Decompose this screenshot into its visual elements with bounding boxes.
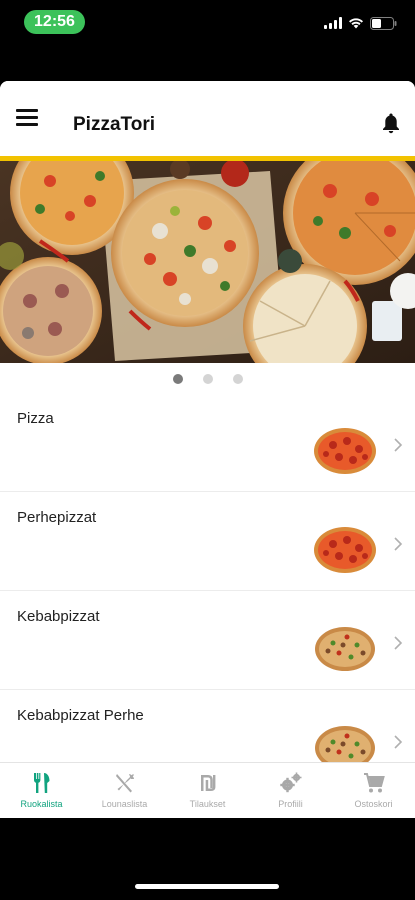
app-container: PizzaTori Pizza Perhepizzat Kebabpizzat …	[0, 81, 415, 818]
category-name: Perhepizzat	[17, 509, 97, 526]
bell-icon[interactable]	[379, 111, 403, 135]
banner-carousel[interactable]	[0, 161, 415, 363]
carousel-dots	[0, 369, 415, 389]
bottom-navigation: Ruokalista Lounaslista Tilaukset Profiil…	[0, 762, 415, 818]
nav-label: Ostoskori	[354, 799, 393, 809]
home-indicator[interactable]	[135, 884, 279, 889]
gears-icon	[279, 772, 301, 793]
category-item-pizza[interactable]: Pizza	[0, 393, 415, 492]
status-time: 12:56	[24, 10, 85, 34]
nav-label: Ruokalista	[20, 799, 63, 809]
carousel-dot-3[interactable]	[232, 374, 243, 384]
category-list: Pizza Perhepizzat Kebabpizzat Kebabpizza…	[0, 393, 415, 789]
nav-label: Profiili	[278, 799, 303, 809]
nav-item-lounaslista[interactable]: Lounaslista	[83, 763, 166, 818]
chevron-right-icon	[394, 735, 403, 749]
app-title: PizzaTori	[73, 114, 155, 135]
carousel-dot-1[interactable]	[172, 374, 183, 384]
status-icons	[324, 14, 397, 32]
nav-item-profiili[interactable]: Profiili	[249, 763, 332, 818]
signal-icon	[324, 17, 342, 29]
nav-item-tilaukset[interactable]: Tilaukset	[166, 763, 249, 818]
category-name: Kebabpizzat	[17, 608, 100, 625]
banner-image	[0, 161, 415, 363]
status-bar: 12:56	[0, 0, 415, 44]
fork-knife-icon	[33, 773, 49, 793]
nav-item-ruokalista[interactable]: Ruokalista	[0, 763, 83, 818]
category-name: Kebabpizzat Perhe	[17, 707, 144, 724]
cart-icon	[363, 773, 385, 793]
battery-icon	[370, 16, 397, 30]
category-item-perhepizzat[interactable]: Perhepizzat	[0, 492, 415, 591]
pepperoni-pizza-thumbnail	[314, 428, 376, 474]
carousel-dot-2[interactable]	[202, 374, 213, 384]
orders-icon	[200, 775, 215, 791]
nav-label: Tilaukset	[189, 799, 226, 809]
chevron-right-icon	[394, 438, 403, 452]
nav-label: Lounaslista	[101, 799, 148, 809]
nav-item-ostoskori[interactable]: Ostoskori	[332, 763, 415, 818]
app-header: PizzaTori	[0, 81, 415, 161]
category-name: Pizza	[17, 410, 54, 427]
pepperoni-pizza-thumbnail	[314, 527, 376, 573]
crossed-utensils-icon	[115, 774, 134, 793]
kebab-pizza-thumbnail	[315, 627, 375, 671]
hamburger-menu-icon[interactable]	[14, 103, 42, 131]
chevron-right-icon	[394, 636, 403, 650]
phone-screen: 12:56 PizzaTori Pizza Perhepizzat Kebabp…	[0, 0, 415, 900]
chevron-right-icon	[394, 537, 403, 551]
category-item-kebabpizzat[interactable]: Kebabpizzat	[0, 591, 415, 690]
wifi-icon	[349, 18, 363, 29]
